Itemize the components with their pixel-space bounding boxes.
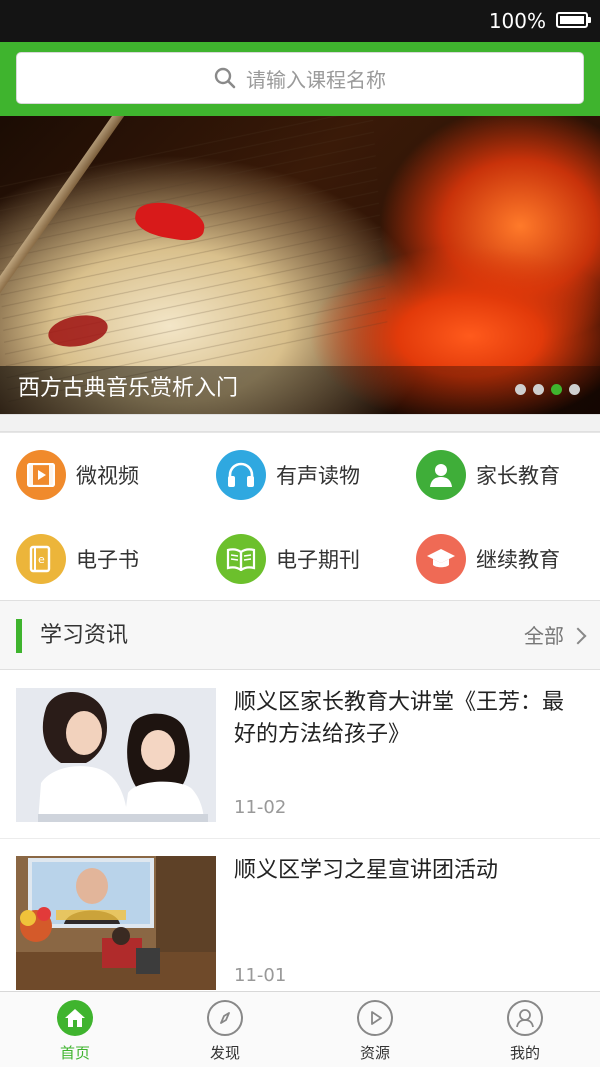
category-label: 电子书 bbox=[76, 548, 139, 572]
news-title: 顺义区家长教育大讲堂《王芳：最好的方法给孩子》 bbox=[234, 690, 565, 747]
tab-label: 首页 bbox=[59, 1044, 90, 1062]
section-accent-bar bbox=[16, 619, 22, 653]
category-label: 电子期刊 bbox=[276, 548, 360, 572]
tab-resources[interactable]: 资源 bbox=[300, 992, 450, 1067]
banner-caption: 西方古典音乐赏析入门 bbox=[0, 366, 600, 414]
news-list-item[interactable]: 顺义区学习之星宣讲团活动 11-01 bbox=[0, 839, 600, 1007]
section-divider bbox=[0, 414, 600, 432]
banner-carousel[interactable]: 西方古典音乐赏析入门 bbox=[0, 116, 600, 414]
ebook-icon: e bbox=[16, 534, 66, 584]
tab-mine[interactable]: 我的 bbox=[450, 992, 600, 1067]
category-micro-video[interactable]: 微视频 bbox=[0, 433, 200, 517]
news-title: 顺义区学习之星宣讲团活动 bbox=[234, 858, 499, 883]
category-label: 继续教育 bbox=[476, 548, 560, 572]
video-icon bbox=[16, 450, 66, 500]
headphones-icon bbox=[216, 450, 266, 500]
category-continuing-education[interactable]: 继续教育 bbox=[400, 517, 600, 601]
carousel-indicator bbox=[515, 384, 580, 395]
news-date: 11-02 bbox=[234, 797, 287, 818]
profile-icon bbox=[507, 1000, 543, 1036]
category-ebook[interactable]: e 电子书 bbox=[0, 517, 200, 601]
news-thumbnail bbox=[16, 856, 216, 990]
battery-icon bbox=[556, 12, 591, 28]
battery-percentage: 100% bbox=[488, 9, 546, 33]
banner-title: 西方古典音乐赏析入门 bbox=[18, 376, 239, 401]
carousel-dot bbox=[533, 384, 544, 395]
category-audiobook[interactable]: 有声读物 bbox=[200, 433, 400, 517]
user-icon bbox=[416, 450, 466, 500]
carousel-dot-active bbox=[551, 384, 562, 395]
open-book-icon bbox=[216, 534, 266, 584]
compass-icon bbox=[207, 1000, 243, 1036]
search-input[interactable]: 请输入课程名称 bbox=[16, 52, 584, 104]
search-icon bbox=[214, 67, 236, 89]
category-label: 微视频 bbox=[76, 464, 139, 488]
status-bar: 100% bbox=[0, 0, 600, 42]
category-ejournal[interactable]: 电子期刊 bbox=[200, 517, 400, 601]
play-icon bbox=[357, 1000, 393, 1036]
chevron-right-icon bbox=[569, 627, 587, 645]
category-label: 家长教育 bbox=[476, 464, 560, 488]
category-label: 有声读物 bbox=[276, 464, 360, 488]
news-list-item[interactable]: 顺义区家长教育大讲堂《王芳：最好的方法给孩子》 11-02 bbox=[0, 671, 600, 839]
tab-label: 发现 bbox=[209, 1044, 240, 1062]
svg-text:e: e bbox=[38, 553, 45, 566]
category-grid: 微视频 有声读物 家长教育 e 电子书 电子期刊 继续教育 bbox=[0, 432, 600, 600]
search-header: 请输入课程名称 bbox=[0, 42, 600, 116]
tab-label: 资源 bbox=[359, 1044, 390, 1062]
graduation-cap-icon bbox=[416, 534, 466, 584]
home-icon bbox=[57, 1000, 93, 1036]
category-parent-education[interactable]: 家长教育 bbox=[400, 433, 600, 517]
search-placeholder: 请输入课程名称 bbox=[246, 67, 386, 92]
carousel-dot bbox=[515, 384, 526, 395]
view-all-link[interactable]: 全部 bbox=[524, 620, 587, 652]
tab-discover[interactable]: 发现 bbox=[150, 992, 300, 1067]
tab-home[interactable]: 首页 bbox=[0, 992, 150, 1067]
news-thumbnail bbox=[16, 688, 216, 822]
view-all-label: 全部 bbox=[524, 624, 564, 648]
news-section-header: 学习资讯 全部 bbox=[0, 600, 600, 670]
section-title: 学习资讯 bbox=[40, 623, 129, 648]
sheet-music-image bbox=[0, 116, 388, 405]
tab-label: 我的 bbox=[509, 1044, 540, 1062]
news-date: 11-01 bbox=[234, 965, 287, 986]
carousel-dot bbox=[569, 384, 580, 395]
bottom-tab-bar: 首页 发现 资源 我的 bbox=[0, 991, 600, 1067]
